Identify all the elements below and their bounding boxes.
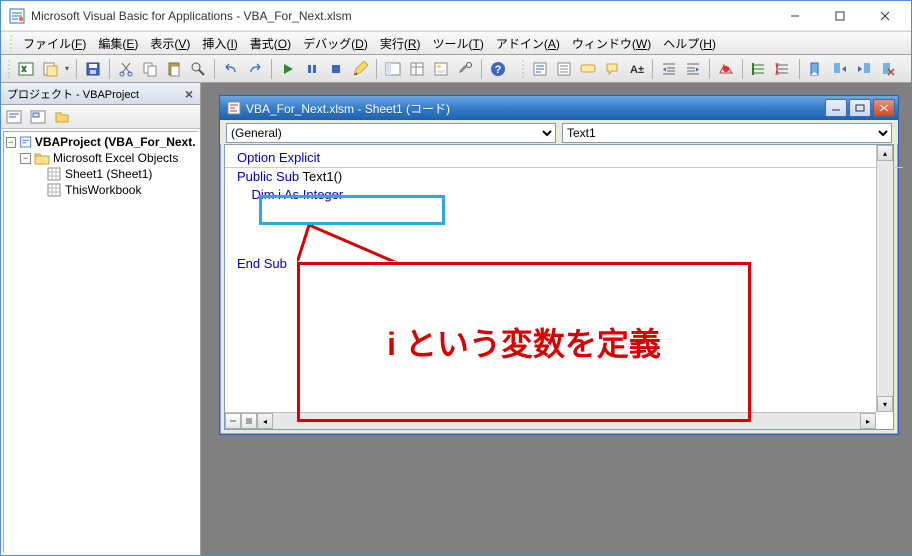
reset-icon[interactable]: [325, 58, 347, 80]
project-explorer-titlebar: プロジェクト - VBAProject ×: [1, 83, 200, 105]
indent-icon[interactable]: [658, 58, 680, 80]
close-button[interactable]: [862, 2, 907, 30]
help-icon[interactable]: ?: [487, 58, 509, 80]
bookmark-clear-icon[interactable]: [877, 58, 899, 80]
redo-icon[interactable]: [244, 58, 266, 80]
code-window-maximize-button[interactable]: [849, 99, 871, 117]
toggle-folders-icon[interactable]: [51, 106, 73, 128]
undo-icon[interactable]: [220, 58, 242, 80]
bookmark-next-icon[interactable]: [829, 58, 851, 80]
view-excel-icon[interactable]: [15, 58, 37, 80]
tree-project-root: VBAProject (VBA_For_Next.xlsm): [35, 135, 195, 149]
code-window-minimize-button[interactable]: [825, 99, 847, 117]
scroll-down-icon[interactable]: ▾: [877, 396, 893, 412]
scroll-up-icon[interactable]: ▴: [877, 145, 893, 161]
code-editor[interactable]: Option Explicit Public Sub Text1() Dim i…: [225, 145, 893, 429]
code-window-title: VBA_For_Next.xlsm - Sheet1 (コード): [246, 100, 823, 117]
parameter-info-icon[interactable]: [601, 58, 623, 80]
quick-info-icon[interactable]: [577, 58, 599, 80]
run-icon[interactable]: [277, 58, 299, 80]
project-explorer-icon[interactable]: [382, 58, 404, 80]
procedure-view-icon[interactable]: [225, 413, 241, 429]
insert-module-icon[interactable]: [39, 58, 61, 80]
menu-tools[interactable]: ツール(T): [427, 32, 490, 55]
expander-icon[interactable]: −: [20, 153, 31, 164]
copy-icon[interactable]: [139, 58, 161, 80]
vertical-scrollbar[interactable]: ▴ ▾: [876, 145, 893, 412]
folder-icon: [34, 150, 50, 166]
menu-view[interactable]: 表示(V): [144, 32, 196, 55]
scroll-left-icon[interactable]: ◂: [257, 413, 273, 429]
expander-icon[interactable]: −: [6, 137, 16, 148]
workbook-icon: [46, 182, 62, 198]
object-dropdown[interactable]: (General): [226, 123, 556, 143]
find-icon[interactable]: [187, 58, 209, 80]
list-properties-icon[interactable]: [529, 58, 551, 80]
code-window-close-button[interactable]: [873, 99, 895, 117]
bookmark-prev-icon[interactable]: [853, 58, 875, 80]
vba-project-icon: [19, 134, 32, 150]
code-window-titlebar[interactable]: VBA_For_Next.xlsm - Sheet1 (コード): [220, 96, 898, 120]
menubar: ファイル(F) 編集(E) 表示(V) 挿入(I) 書式(O) デバッグ(D) …: [1, 31, 911, 55]
menu-insert[interactable]: 挿入(I): [196, 32, 243, 55]
menu-help[interactable]: ヘルプ(H): [657, 32, 722, 55]
toolbar: ▾ ? A±: [1, 55, 911, 83]
minimize-button[interactable]: [772, 2, 817, 30]
properties-icon[interactable]: [406, 58, 428, 80]
code-window: VBA_For_Next.xlsm - Sheet1 (コード) (Genera…: [219, 95, 899, 435]
titlebar: Microsoft Visual Basic for Applications …: [1, 1, 911, 31]
menu-window[interactable]: ウィンドウ(W): [566, 32, 657, 55]
worksheet-icon: [46, 166, 62, 182]
scroll-right-icon[interactable]: ▸: [860, 413, 876, 429]
menubar-grip[interactable]: [9, 34, 13, 52]
toolbox-icon[interactable]: [454, 58, 476, 80]
outdent-icon[interactable]: [682, 58, 704, 80]
menu-format[interactable]: 書式(O): [244, 32, 297, 55]
comment-block-icon[interactable]: [748, 58, 770, 80]
svg-text:A±: A±: [630, 64, 644, 76]
view-object-icon[interactable]: [27, 106, 49, 128]
tree-folder: Microsoft Excel Objects: [53, 151, 178, 165]
horizontal-scrollbar[interactable]: ◂ ▸: [225, 412, 876, 429]
break-icon[interactable]: [301, 58, 323, 80]
list-constants-icon[interactable]: [553, 58, 575, 80]
paste-icon[interactable]: [163, 58, 185, 80]
maximize-button[interactable]: [817, 2, 862, 30]
project-explorer-toolbar: [1, 105, 200, 129]
save-icon[interactable]: [82, 58, 104, 80]
project-tree[interactable]: − VBAProject (VBA_For_Next.xlsm) − Micro…: [3, 131, 198, 553]
view-code-icon[interactable]: [3, 106, 25, 128]
menu-run[interactable]: 実行(R): [374, 32, 427, 55]
menu-edit[interactable]: 編集(E): [92, 32, 144, 55]
menu-addins[interactable]: アドイン(A): [490, 32, 566, 55]
uncomment-block-icon[interactable]: [772, 58, 794, 80]
bookmark-toggle-icon[interactable]: [805, 58, 827, 80]
menu-debug[interactable]: デバッグ(D): [297, 32, 374, 55]
menu-file[interactable]: ファイル(F): [17, 32, 92, 55]
complete-word-icon[interactable]: A±: [625, 58, 647, 80]
vba-app-icon: [9, 8, 25, 24]
project-explorer-close-button[interactable]: ×: [180, 85, 198, 103]
full-module-view-icon[interactable]: [241, 413, 257, 429]
object-browser-icon[interactable]: [430, 58, 452, 80]
toolbar-grip[interactable]: [7, 59, 11, 79]
tree-sheet: Sheet1 (Sheet1): [65, 167, 152, 181]
tree-workbook: ThisWorkbook: [65, 183, 141, 197]
window-title: Microsoft Visual Basic for Applications …: [31, 9, 772, 23]
breakpoint-icon[interactable]: [715, 58, 737, 80]
mdi-area: VBA_For_Next.xlsm - Sheet1 (コード) (Genera…: [201, 83, 911, 555]
project-explorer-title: プロジェクト - VBAProject: [7, 86, 180, 102]
design-mode-icon[interactable]: [349, 58, 371, 80]
svg-text:?: ?: [495, 64, 502, 76]
project-explorer: プロジェクト - VBAProject × − VBAProject (VBA_…: [1, 83, 201, 555]
toolbar-grip-2[interactable]: [521, 59, 525, 79]
dropdown-arrow-icon[interactable]: ▾: [63, 64, 71, 73]
procedure-dropdown[interactable]: Text1: [562, 123, 892, 143]
code-module-icon: [226, 100, 242, 116]
cut-icon[interactable]: [115, 58, 137, 80]
